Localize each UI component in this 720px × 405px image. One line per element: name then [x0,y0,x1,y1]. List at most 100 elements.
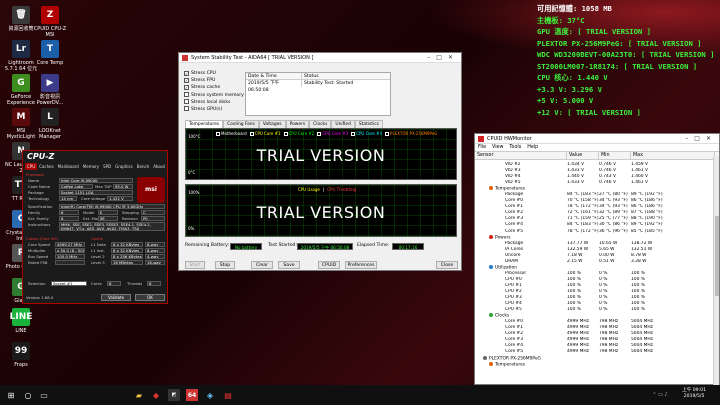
stress-checkbox[interactable]: Stress system memory [184,92,244,99]
checkbox-box[interactable]: ✓ [184,85,189,90]
menu-item[interactable]: Tools [509,144,521,151]
sensor-name-text: Clocks [495,313,510,319]
legend-item[interactable]: CPU Core #4 [351,131,382,136]
col-max[interactable]: Max [631,152,715,159]
cpuz-tab[interactable]: Memory [81,163,101,170]
desktop-icon[interactable]: L LOOKnet Manager [32,108,68,140]
legend-item[interactable]: PLEXTOR PX-256M9PeG [385,131,437,136]
cpuid-button[interactable]: CPUID [318,261,340,269]
cpuz-tab[interactable]: Mainboard [56,163,81,170]
stop-button[interactable]: Stop [215,261,235,269]
desktop-icon[interactable]: 99 Fraps [3,342,39,368]
tray-icons[interactable]: ⌃ ▭ ♪ [650,389,670,401]
start-windows-icon[interactable]: ⊞ [5,389,17,401]
taskbar: ⊞ ○ ▭ ▰ ◆ ◩ 64 ◈ ▤ ⌃ ▭ ♪ 上午 09:01 2019/5… [0,385,720,405]
stress-checkbox[interactable]: ✓ Stress FPU [184,78,215,84]
file-explorer-icon[interactable]: ▰ [133,389,145,401]
clock[interactable]: 上午 09:01 2019/5/5 [682,388,706,400]
save-button[interactable]: Save [278,261,300,269]
legend-checkbox[interactable] [351,132,356,136]
scrollbar-thumb[interactable] [715,216,719,296]
test-started-label: Test Started: [268,243,298,248]
code-name: Coffee Lake [59,184,93,189]
task-gpu-icon[interactable]: ◈ [204,389,216,401]
checkbox-box[interactable] [184,106,189,111]
desktop-icon[interactable]: T Core Temp [32,40,68,66]
graph-tab[interactable]: Voltages [258,120,286,128]
graph-tab[interactable]: Statistics [354,120,383,128]
checkbox-label: Stress GPU(s) [191,107,223,112]
checkbox-box[interactable] [184,99,189,104]
l3-label: Level 3 [91,260,105,265]
window-controls[interactable]: –□✕ [427,53,459,63]
stress-checkbox[interactable]: Stress local disks [184,99,230,106]
clear-button[interactable]: Clear [251,261,273,269]
stress-checkbox[interactable]: ✓ Stress CPU [184,71,216,77]
hwmonitor-scrollbar[interactable] [713,156,719,386]
desktop-icon-label: Fraps [14,362,28,368]
task-view-icon[interactable]: ○ [22,389,34,401]
cpuz-tab[interactable]: About [151,163,167,170]
checkbox-box[interactable]: ✓ [184,71,189,76]
stability-titlebar[interactable]: System Stability Test - AIDA64 [ TRIAL V… [179,53,461,63]
start-button[interactable]: Start [185,261,205,269]
task-msi-icon[interactable]: ◆ [150,389,162,401]
task-hwmonitor-icon[interactable]: ▤ [222,389,234,401]
checkbox-box[interactable]: ✓ [184,78,189,83]
menu-item[interactable]: View [492,144,503,151]
graph-tab[interactable]: Unified [331,120,355,128]
cpuz-tab[interactable]: CPU [25,163,38,170]
col-status: Status [304,74,319,79]
graph-tab[interactable]: Temperatures [185,120,224,128]
cpuz-tab[interactable]: Caches [37,163,56,170]
col-value[interactable]: Value [567,152,599,159]
legend-item[interactable]: CPU Core #3 [317,131,348,136]
multiplier-label: Multiplier [28,248,46,253]
checkbox-label: Stress FPU [191,78,216,83]
validate-button[interactable]: Validate [101,294,131,301]
legend-item[interactable]: CPU Core #1 [249,131,281,136]
legend-item[interactable]: Motherboard [216,131,247,136]
stress-checkbox[interactable]: ✓ Stress cache [184,85,220,91]
table-row[interactable]: Temperatures [475,361,715,368]
bus-speed-label: Bus Speed [28,254,49,259]
menu-item[interactable]: Help [527,144,538,151]
legend-checkbox[interactable] [216,132,220,136]
task-aida64-64-icon[interactable]: 64 [186,389,198,401]
legend-checkbox[interactable] [283,132,288,136]
close-button[interactable]: Close [436,261,458,269]
checkbox-box[interactable] [184,92,189,97]
task-aida64-icon[interactable]: ◩ [168,389,180,401]
menu-item[interactable]: File [478,144,486,151]
l1d-label: L1 Data [91,242,106,247]
cpuz-title[interactable]: CPU-Z [23,151,167,163]
cpuz-tab[interactable]: SPD [101,163,113,170]
col-min[interactable]: Min [599,152,631,159]
sensor-name-text: CPU #4 [505,301,522,307]
osd-line: +12 V: [ TRIAL VERSION ] [537,107,641,117]
legend-checkbox[interactable] [249,132,254,136]
stress-checkbox[interactable]: Stress GPU(s) [184,106,222,113]
hwmonitor-column-header: Sensor Value Min Max [475,151,719,160]
task-cpuz-icon[interactable]: ▭ [38,389,50,401]
hwmonitor-titlebar[interactable]: CPUID HWMonitor –□✕ [475,134,719,144]
selection-dropdown[interactable]: Socket #1 [51,281,87,286]
app-icon: Z [41,6,59,24]
legend-checkbox[interactable] [317,132,322,136]
col-sensor[interactable]: Sensor [475,152,567,159]
sensor-group-icon [489,234,493,239]
preferences-button[interactable]: Preferences [345,261,377,269]
desktop-icon[interactable]: Z CPUID CPU-Z MSI [32,6,68,38]
graph-tab[interactable]: Clocks [309,120,332,128]
legend-item[interactable]: CPU Core #2 [283,131,314,136]
cpuz-tab[interactable]: Bench [135,163,151,170]
ok-button[interactable]: OK [135,294,165,301]
legend-checkbox[interactable] [385,132,390,136]
window-controls[interactable]: –□✕ [685,134,717,144]
desktop-icon[interactable]: LINE LINE [3,308,39,334]
graph-tab[interactable]: Powers [285,120,310,128]
desktop-icon[interactable]: ▶ 影音視訊 PowerDV... [32,74,68,106]
cpuz-tab[interactable]: Graphics [113,163,135,170]
graph-tab[interactable]: Cooling Fans [223,120,259,128]
table-row[interactable]: 2019/5/5 下午 06:50:08 Stability Test: Sta… [246,80,390,93]
